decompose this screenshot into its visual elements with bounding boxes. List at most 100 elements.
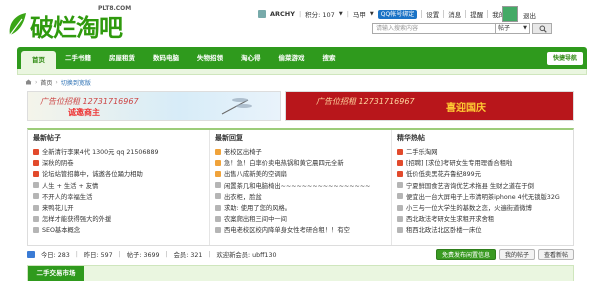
ad-banner-right[interactable]: 广告位招租 12731716967 喜迎国庆	[285, 91, 574, 121]
list-item[interactable]: 出售八成新美的空调扇	[215, 168, 386, 179]
list-item-text: 来鸭花儿开	[42, 205, 74, 213]
list-item[interactable]: 怎样才能获得强大的外援	[33, 213, 204, 224]
list-item[interactable]: 西电老校区校内降单身女性考研合租！！有空	[215, 224, 386, 235]
forum-stats: 今日: 283 | 昨日: 597 | 帖子: 3699 | 会员: 321 |…	[27, 247, 574, 261]
list-item-text: 闲置茶几和电脑椅出~~~~~~~~~~~~~~~~~	[224, 182, 371, 190]
reminders-link[interactable]: 提醒	[470, 9, 483, 19]
list-item[interactable]: 深秋的阴卷	[33, 157, 204, 168]
list-item[interactable]: 急！急！白率价卖电热锅和黄它晨四元全新	[215, 157, 386, 168]
nav-item-home[interactable]: 首页	[21, 51, 56, 69]
list-item-text: 西北政法考研女生求租开求舍租	[406, 216, 495, 224]
list-item[interactable]: 二手乐淘网	[397, 146, 568, 157]
rank-badge	[215, 193, 221, 200]
qq-bind-button[interactable]: QQ帐号绑定	[377, 9, 418, 19]
rank-badge	[397, 159, 403, 166]
horse-link[interactable]: 马甲	[353, 9, 366, 19]
rank-badge	[33, 215, 39, 222]
dragonfly-icon	[221, 98, 252, 115]
column-latest-replies: 最新回复 老校区出椅子 急！急！白率价卖电热锅和黄它晨四元全新 出售八成新美的空…	[210, 130, 392, 245]
breadcrumb: › 首页 › 切换到宽版	[25, 77, 91, 87]
action-buttons: 免费发布闲置信息 我的帖子 查看新帖	[435, 248, 574, 260]
list-item-text: 出售八成新美的空调扇	[224, 171, 287, 179]
separator: |	[165, 250, 168, 258]
list-item-text: 老校区出椅子	[224, 149, 262, 157]
separator: |	[118, 250, 121, 258]
nav-item-books[interactable]: 二手书籍	[56, 47, 100, 69]
site-logo[interactable]: 破烂淘吧 PLT8.COM	[6, 5, 141, 45]
list-item[interactable]: 全新清行李果4代 1300元 qq 21506889	[33, 146, 204, 157]
my-posts-button[interactable]: 我的帖子	[498, 248, 535, 260]
column-title: 最新帖子	[33, 134, 61, 142]
logout-link[interactable]: 退出	[523, 10, 536, 20]
list-item[interactable]: 便宜出一台大屏电子上市清明茶iphone 4代无锁版32G	[397, 191, 568, 202]
list-item[interactable]: [招聘] [求位]考研女生专用理香合租啦	[397, 157, 568, 168]
search-scope-select[interactable]: 帖子 ▼	[496, 22, 530, 34]
username-link[interactable]: ARCHY	[270, 10, 295, 18]
search-bar: 请输入搜索内容 帖子 ▼	[372, 22, 552, 34]
list-item[interactable]: 租西北政法北区卧楼一床位	[397, 224, 568, 235]
search-scope-value: 帖子	[498, 24, 511, 32]
search-input[interactable]: 请输入搜索内容	[372, 22, 496, 34]
list-item[interactable]: 老校区出椅子	[215, 146, 386, 157]
list-item[interactable]: 来鸭花儿开	[33, 202, 204, 213]
chevron-right-icon: ›	[55, 78, 58, 86]
chart-icon	[27, 250, 35, 258]
breadcrumb-home[interactable]: 首页	[40, 78, 52, 87]
free-post-button[interactable]: 免费发布闲置信息	[435, 248, 496, 260]
nav-item-search[interactable]: 搜索	[314, 47, 345, 69]
rank-badge	[397, 182, 403, 189]
chevron-down-icon[interactable]: ▼	[370, 11, 374, 17]
list-item[interactable]: 论坛站管招募中，诚邀各位踊力相助	[33, 168, 204, 179]
rank-badge	[397, 170, 403, 177]
rank-badge	[33, 159, 39, 166]
list-item[interactable]: 闲置茶几和电脑椅出~~~~~~~~~~~~~~~~~	[215, 180, 386, 191]
stat-welcome[interactable]: 欢迎新会员: ubff130	[217, 250, 277, 259]
search-button[interactable]	[532, 22, 552, 34]
chevron-right-icon: ›	[35, 78, 38, 86]
list-item[interactable]: SEO基本概念	[33, 224, 204, 235]
rank-badge	[397, 148, 403, 155]
rank-badge	[397, 226, 403, 233]
user-bar: ARCHY | 积分: 107 ▼ | 马甲 ▼ QQ帐号绑定 设置 消息 提醒…	[258, 9, 518, 19]
view-new-button[interactable]: 查看新帖	[537, 248, 574, 260]
nav-item-lostfound[interactable]: 失物招领	[188, 47, 232, 69]
list-item-text: 租西北政法北区卧楼一床位	[406, 227, 482, 235]
nav-item-tips[interactable]: 淘心得	[232, 47, 270, 69]
list-item[interactable]: 宁夏鲜国食艺咨询优艺术拖县 生财之道在于倒	[397, 180, 568, 191]
list-item[interactable]: 求助: 使用了您的风格。	[215, 202, 386, 213]
user-avatar[interactable]	[502, 6, 518, 22]
rank-badge	[397, 204, 403, 211]
settings-link[interactable]: 设置	[426, 9, 439, 19]
forum-columns: 最新帖子 全新清行李果4代 1300元 qq 21506889 深秋的阴卷 论坛…	[27, 128, 574, 246]
nav-item-digital[interactable]: 数码电脑	[144, 47, 188, 69]
rank-badge	[215, 182, 221, 189]
list-item-text: 求助: 使用了您的风格。	[224, 205, 292, 213]
list-item[interactable]: 出衣柜，脸盆	[215, 191, 386, 202]
list-item-text: 便宜出一台大屏电子上市清明茶iphone 4代无锁版32G	[406, 193, 560, 201]
list-item[interactable]: 西北政法考研女生求租开求舍租	[397, 213, 568, 224]
list-item[interactable]: 农案爬出租三间中一间	[215, 213, 386, 224]
home-icon[interactable]	[25, 79, 32, 85]
rank-badge	[33, 193, 39, 200]
messages-link[interactable]: 消息	[448, 9, 461, 19]
quick-nav-button[interactable]: 快捷导航	[546, 51, 583, 65]
tab-second-hand-market[interactable]: 二手交易市场	[28, 266, 84, 281]
nav-item-game[interactable]: 偷菜游戏	[270, 47, 314, 69]
points-link[interactable]: 积分: 107	[305, 9, 335, 19]
list-item[interactable]: 低价低卖黑花卉鲁纪899元	[397, 168, 568, 179]
breadcrumb-current[interactable]: 切换到宽版	[61, 78, 91, 87]
list-item[interactable]: 人生 + 生活 + 友情	[33, 180, 204, 191]
list-item-text: SEO基本概念	[42, 227, 81, 235]
list-item[interactable]: 小三与一位大学生的基数之恋，火遍街道微博	[397, 202, 568, 213]
stat-today: 今日: 283	[41, 251, 70, 259]
list-item-text: 西电老校区校内降单身女性考研合租！！有空	[224, 227, 350, 235]
stat-posts: 帖子: 3699	[126, 251, 160, 259]
list-item[interactable]: 不开人的幸福生活	[33, 191, 204, 202]
list-item-text: 深秋的阴卷	[42, 160, 74, 168]
column-latest-posts: 最新帖子 全新清行李果4代 1300元 qq 21506889 深秋的阴卷 论坛…	[28, 130, 210, 245]
ad-banner-left[interactable]: 广告位招租 12731716967 诚邀商主	[27, 91, 281, 121]
list-item-text: [招聘] [求位]考研女生专用理香合租啦	[406, 160, 513, 168]
chevron-down-icon[interactable]: ▼	[339, 11, 343, 17]
separator: |	[75, 250, 78, 258]
nav-item-housing[interactable]: 房屋租赁	[100, 47, 144, 69]
